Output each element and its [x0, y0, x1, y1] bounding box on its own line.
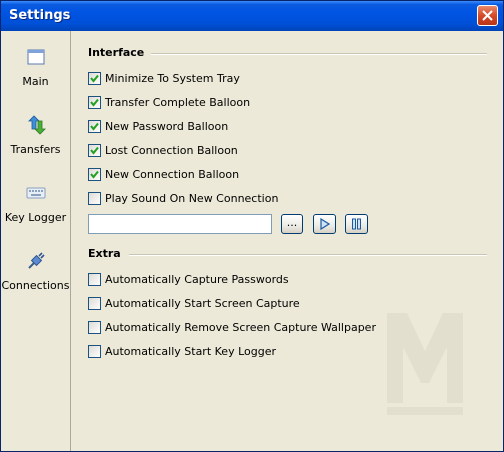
option-label: Automatically Start Key Logger: [105, 344, 276, 358]
option-new-connection-balloon[interactable]: New Connection Balloon: [88, 166, 239, 182]
option-transfer-complete-balloon[interactable]: Transfer Complete Balloon: [88, 94, 250, 110]
option-label: New Password Balloon: [105, 119, 229, 133]
option-label: Transfer Complete Balloon: [105, 95, 251, 109]
title-bar[interactable]: Settings: [1, 1, 503, 31]
watermark-logo: [387, 313, 463, 415]
sidebar-item-label: Connections: [1, 279, 70, 292]
settings-window: Settings Main Transfers Key Logger Conne…: [0, 0, 504, 452]
option-lost-connection-balloon[interactable]: Lost Connection Balloon: [88, 142, 238, 158]
option-new-password-balloon[interactable]: New Password Balloon: [88, 118, 228, 134]
option-auto-capture-passwords[interactable]: Automatically Capture Passwords: [88, 271, 289, 287]
check-icon: [90, 122, 99, 131]
window-icon: [27, 49, 44, 65]
check-icon: [90, 170, 99, 179]
transfer-arrows-icon: [27, 115, 46, 135]
option-minimize-to-tray[interactable]: Minimize To System Tray: [88, 70, 240, 86]
option-label: Lost Connection Balloon: [105, 143, 238, 157]
checkbox[interactable]: [88, 95, 101, 109]
play-sound-button[interactable]: [313, 214, 336, 234]
option-label: Minimize To System Tray: [105, 71, 240, 85]
check-icon: [90, 98, 99, 107]
option-label: New Connection Balloon: [105, 167, 240, 181]
option-auto-screen-capture[interactable]: Automatically Start Screen Capture: [88, 295, 300, 311]
sidebar-item-label: Transfers: [10, 143, 61, 156]
checkbox[interactable]: [88, 119, 101, 133]
sidebar: Main Transfers Key Logger Connections: [1, 31, 71, 451]
close-icon: [482, 10, 493, 21]
sidebar-item-label: Key Logger: [4, 211, 67, 224]
interface-group-title: Interface: [88, 46, 145, 59]
sidebar-item-transfers[interactable]: Transfers: [1, 115, 70, 156]
browse-button[interactable]: ...: [281, 214, 303, 234]
checkbox[interactable]: [88, 191, 101, 205]
checkbox[interactable]: [88, 71, 101, 85]
checkbox[interactable]: [88, 272, 101, 286]
checkbox[interactable]: [88, 344, 101, 358]
extra-group-title: Extra: [88, 247, 121, 260]
sidebar-item-main[interactable]: Main: [1, 47, 70, 88]
play-icon: [320, 218, 330, 230]
option-label: Automatically Capture Passwords: [105, 272, 289, 286]
extra-divider: [129, 254, 487, 256]
check-icon: [90, 74, 99, 83]
option-auto-start-key-logger[interactable]: Automatically Start Key Logger: [88, 343, 276, 359]
plug-icon: [27, 252, 45, 269]
checkbox[interactable]: [88, 320, 101, 334]
sidebar-item-label: Main: [22, 75, 49, 88]
sound-path-input[interactable]: [88, 214, 272, 234]
option-label: Play Sound On New Connection: [105, 191, 279, 205]
close-button[interactable]: [477, 5, 498, 26]
option-remove-wallpaper[interactable]: Automatically Remove Screen Capture Wall…: [88, 319, 376, 335]
settings-content: Interface Minimize To System Tray Transf…: [71, 31, 503, 451]
sidebar-item-connections[interactable]: Connections: [1, 251, 70, 292]
interface-divider: [151, 53, 487, 55]
option-label: Automatically Remove Screen Capture Wall…: [105, 320, 376, 334]
option-play-sound[interactable]: Play Sound On New Connection: [88, 190, 278, 206]
sidebar-item-key-logger[interactable]: Key Logger: [1, 183, 70, 224]
pause-icon: [352, 218, 361, 230]
pause-sound-button[interactable]: [345, 214, 368, 234]
window-title: Settings: [9, 8, 71, 23]
keyboard-icon: [26, 187, 45, 199]
checkbox[interactable]: [88, 296, 101, 310]
checkbox[interactable]: [88, 167, 101, 181]
option-label: Automatically Start Screen Capture: [105, 296, 300, 310]
checkbox[interactable]: [88, 143, 101, 157]
check-icon: [90, 146, 99, 155]
